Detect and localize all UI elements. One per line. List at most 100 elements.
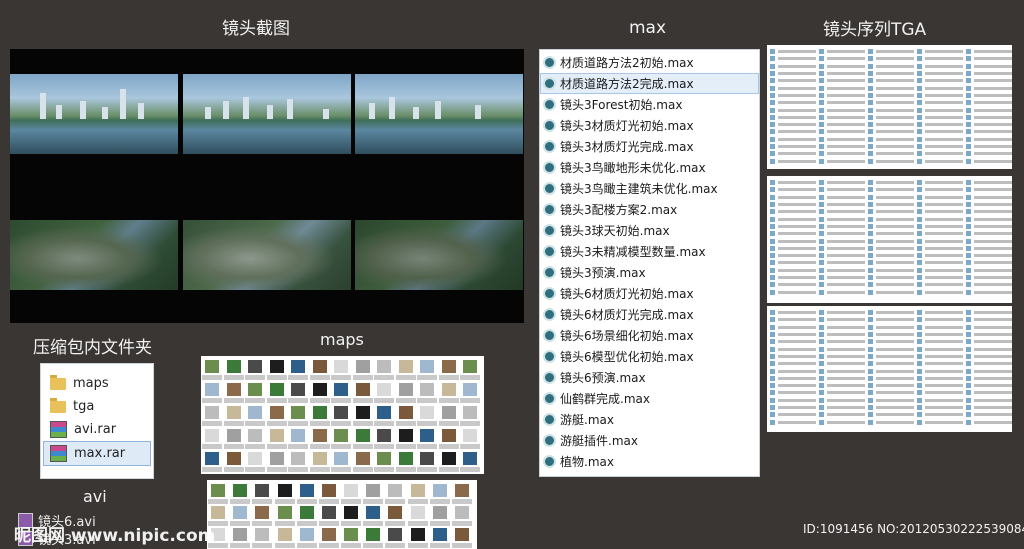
tga-file-item[interactable] — [966, 99, 1012, 106]
texture-thumbnail[interactable] — [377, 383, 392, 396]
tga-file-item[interactable] — [868, 128, 922, 135]
texture-thumbnail[interactable] — [344, 528, 358, 541]
tga-file-item[interactable] — [819, 121, 873, 128]
texture-thumbnail[interactable] — [432, 528, 447, 541]
max-file-item[interactable]: 材质道路方法2完成.max — [540, 73, 759, 94]
texture-thumbnail[interactable] — [269, 452, 284, 465]
tga-file-item[interactable] — [966, 215, 1012, 222]
tga-file-item[interactable] — [770, 150, 824, 157]
tga-file-item[interactable] — [819, 288, 873, 295]
tga-file-item[interactable] — [770, 70, 824, 77]
tga-file-item[interactable] — [770, 99, 824, 106]
tga-file-item[interactable] — [917, 397, 971, 404]
tga-file-item[interactable] — [868, 114, 922, 121]
tga-file-item[interactable] — [917, 274, 971, 281]
texture-thumbnail[interactable] — [398, 383, 413, 396]
tga-file-item[interactable] — [868, 223, 922, 230]
tga-file-item[interactable] — [917, 237, 971, 244]
texture-thumbnail[interactable] — [226, 406, 241, 419]
tga-file-item[interactable] — [917, 179, 971, 186]
tga-file-item[interactable] — [770, 63, 824, 70]
tga-file-item[interactable] — [819, 324, 873, 331]
tga-file-item[interactable] — [917, 143, 971, 150]
tga-file-item[interactable] — [966, 114, 1012, 121]
tga-file-item[interactable] — [966, 143, 1012, 150]
tga-file-item[interactable] — [819, 136, 873, 143]
tga-file-item[interactable] — [770, 404, 824, 411]
max-file-item[interactable]: 材质道路方法2初始.max — [540, 52, 759, 73]
max-file-item[interactable]: 游艇插件.max — [540, 430, 759, 451]
tga-file-item[interactable] — [917, 194, 971, 201]
tga-file-item[interactable] — [966, 84, 1012, 91]
tga-file-item[interactable] — [770, 237, 824, 244]
max-file-item[interactable]: 镜头3Forest初始.max — [540, 94, 759, 115]
folder-item-maps[interactable]: maps — [41, 372, 153, 395]
tga-file-item[interactable] — [868, 245, 922, 252]
tga-file-item[interactable] — [868, 324, 922, 331]
tga-file-item[interactable] — [868, 106, 922, 113]
texture-thumbnail[interactable] — [366, 506, 381, 519]
texture-thumbnail[interactable] — [248, 360, 263, 373]
tga-file-item[interactable] — [966, 252, 1012, 259]
tga-file-item[interactable] — [770, 84, 824, 91]
tga-file-item[interactable] — [819, 99, 873, 106]
tga-file-item[interactable] — [917, 48, 971, 55]
max-file-item[interactable]: 镜头6场景细化初始.max — [540, 325, 759, 346]
tga-file-item[interactable] — [917, 201, 971, 208]
texture-thumbnail[interactable] — [441, 429, 456, 442]
tga-file-item[interactable] — [819, 114, 873, 121]
texture-thumbnail[interactable] — [255, 484, 270, 497]
tga-file-item[interactable] — [868, 215, 922, 222]
tga-file-item[interactable] — [770, 252, 824, 259]
texture-thumbnail[interactable] — [398, 429, 413, 442]
tga-file-item[interactable] — [966, 194, 1012, 201]
tga-file-item[interactable] — [917, 267, 971, 274]
tga-file-item[interactable] — [770, 411, 824, 418]
texture-thumbnail[interactable] — [420, 383, 435, 396]
tga-file-item[interactable] — [819, 55, 873, 62]
texture-thumbnail[interactable] — [291, 429, 306, 442]
tga-file-item[interactable] — [770, 136, 824, 143]
tga-file-item[interactable] — [917, 114, 971, 121]
texture-thumbnail[interactable] — [248, 429, 263, 442]
tga-file-item[interactable] — [819, 223, 873, 230]
tga-file-item[interactable] — [819, 338, 873, 345]
tga-file-item[interactable] — [917, 252, 971, 259]
texture-thumbnail[interactable] — [388, 528, 403, 541]
tga-file-item[interactable] — [770, 267, 824, 274]
tga-file-item[interactable] — [868, 353, 922, 360]
tga-file-item[interactable] — [819, 345, 873, 352]
tga-file-item[interactable] — [770, 397, 824, 404]
tga-file-item[interactable] — [770, 360, 824, 367]
tga-file-item[interactable] — [770, 367, 824, 374]
texture-thumbnail[interactable] — [441, 452, 456, 465]
tga-file-item[interactable] — [819, 143, 873, 150]
tga-file-item[interactable] — [770, 114, 824, 121]
tga-file-item[interactable] — [770, 259, 824, 266]
tga-file-item[interactable] — [868, 252, 922, 259]
tga-file-item[interactable] — [868, 143, 922, 150]
tga-file-item[interactable] — [966, 324, 1012, 331]
texture-thumbnail[interactable] — [205, 360, 219, 373]
texture-thumbnail[interactable] — [321, 528, 336, 541]
tga-file-item[interactable] — [819, 252, 873, 259]
tga-file-item[interactable] — [819, 63, 873, 70]
tga-file-item[interactable] — [868, 418, 922, 425]
max-file-item[interactable]: 镜头3材质灯光完成.max — [540, 136, 759, 157]
texture-thumbnail[interactable] — [398, 452, 413, 465]
texture-thumbnail[interactable] — [334, 360, 349, 373]
tga-file-item[interactable] — [770, 121, 824, 128]
texture-thumbnail[interactable] — [377, 360, 392, 373]
tga-file-item[interactable] — [966, 150, 1012, 157]
texture-thumbnail[interactable] — [432, 506, 447, 519]
max-file-item[interactable]: 镜头3鸟瞰地形未优化.max — [540, 157, 759, 178]
tga-file-item[interactable] — [819, 281, 873, 288]
texture-thumbnail[interactable] — [334, 406, 349, 419]
texture-thumbnail[interactable] — [366, 528, 381, 541]
tga-file-item[interactable] — [966, 259, 1012, 266]
tga-file-item[interactable] — [819, 259, 873, 266]
texture-thumbnail[interactable] — [269, 383, 284, 396]
texture-thumbnail[interactable] — [312, 406, 327, 419]
tga-file-item[interactable] — [868, 194, 922, 201]
tga-file-item[interactable] — [966, 331, 1012, 338]
